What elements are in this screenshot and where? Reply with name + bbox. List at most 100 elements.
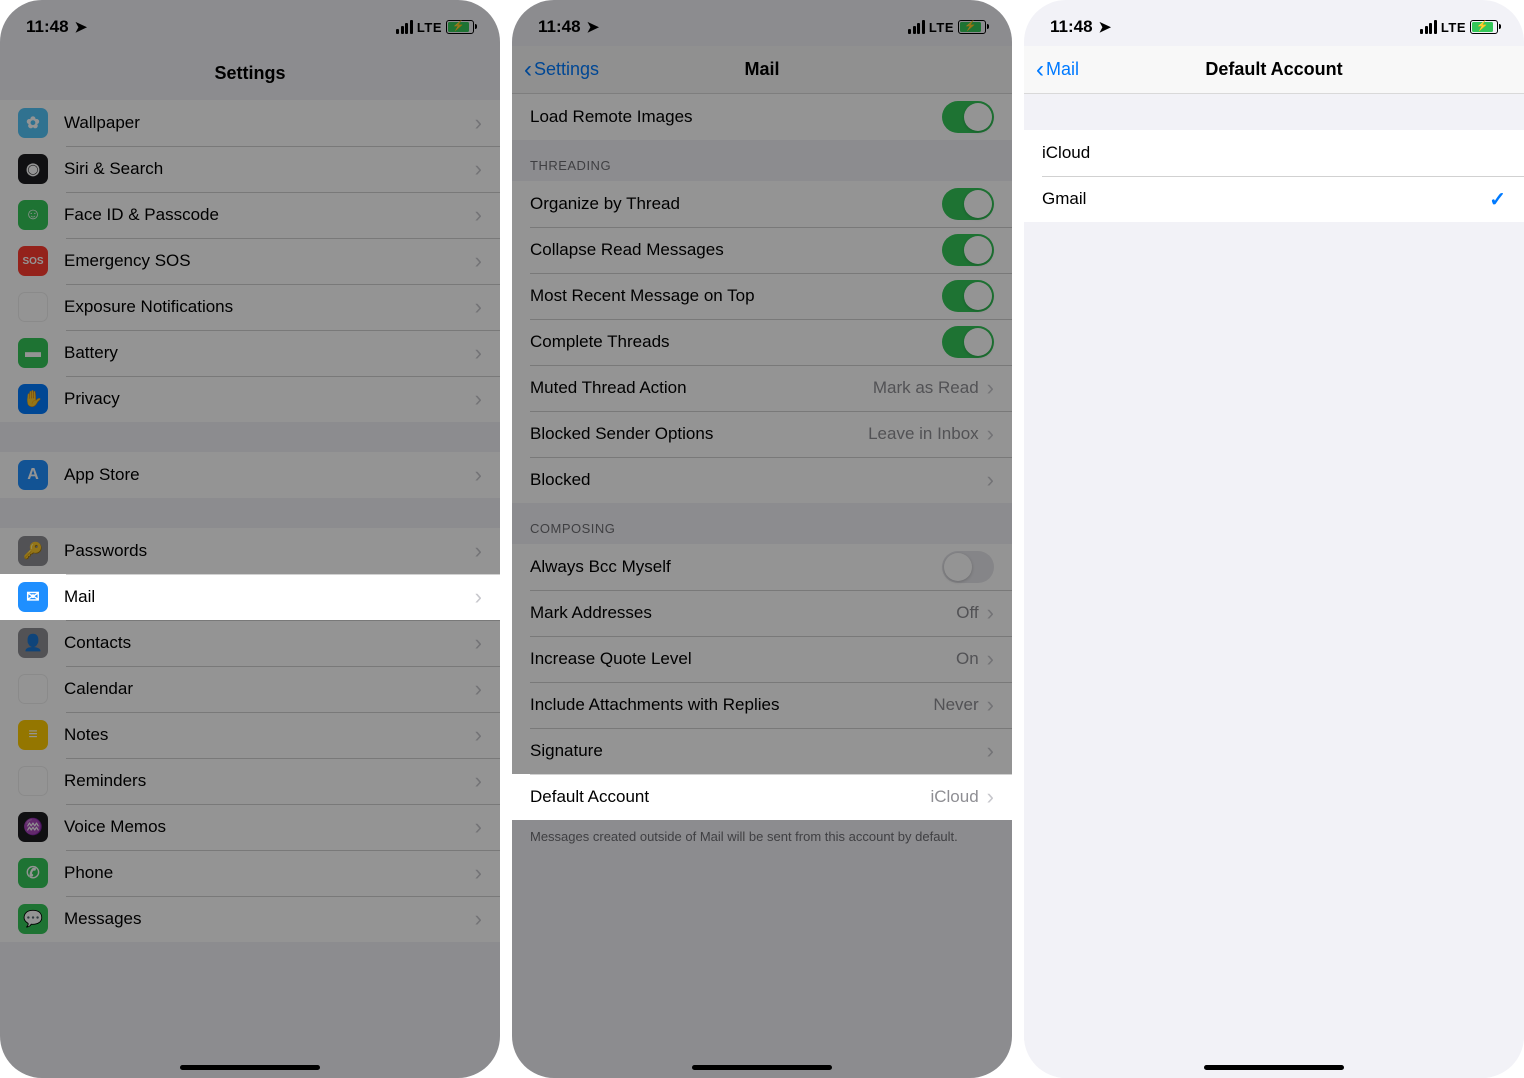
settings-row-messages[interactable]: 💬 Messages › [0,896,500,942]
row-organize-by-thread[interactable]: Organize by Thread [512,181,1012,227]
row-mark-addresses[interactable]: Mark AddressesOff› [512,590,1012,636]
phone-mail-settings: 11:48➤ LTE ⚡ ‹Settings Mail Load Remote … [512,0,1012,1078]
chevron-right-icon: › [475,722,482,748]
settings-row-reminders[interactable]: ⋮ Reminders › [0,758,500,804]
battery-icon: ⚡ [1470,20,1498,34]
settings-row-wallpaper[interactable]: ✿ Wallpaper › [0,100,500,146]
row-label: Messages [64,909,475,929]
settings-row-phone[interactable]: ✆ Phone › [0,850,500,896]
settings-row-faceid[interactable]: ☺ Face ID & Passcode › [0,192,500,238]
back-button[interactable]: ‹Mail [1036,58,1079,82]
passwords-icon: 🔑 [18,536,48,566]
battery-icon: ▬ [18,338,48,368]
status-time: 11:48 [538,17,581,37]
settings-row-appstore[interactable]: A App Store › [0,452,500,498]
row-label: App Store [64,465,475,485]
settings-row-battery[interactable]: ▬ Battery › [0,330,500,376]
toggle[interactable] [942,234,994,266]
toggle[interactable] [942,551,994,583]
row-label: Face ID & Passcode [64,205,475,225]
settings-row-siri[interactable]: ◉ Siri & Search › [0,146,500,192]
settings-row-sos[interactable]: SOS Emergency SOS › [0,238,500,284]
chevron-right-icon: › [987,784,994,810]
mail-settings-list[interactable]: Load Remote Images THREADING Organize by… [512,94,1012,1078]
home-indicator[interactable] [180,1065,320,1070]
chevron-right-icon: › [475,538,482,564]
home-indicator[interactable] [1204,1065,1344,1070]
row-label: Phone [64,863,475,883]
row-default-account[interactable]: Default AccountiCloud› [512,774,1012,820]
wallpaper-icon: ✿ [18,108,48,138]
chevron-right-icon: › [987,738,994,764]
row-increase-quote-level[interactable]: Increase Quote LevelOn› [512,636,1012,682]
row-signature[interactable]: Signature› [512,728,1012,774]
section-header-threading: THREADING [512,140,1012,181]
row-load-remote-images[interactable]: Load Remote Images [512,94,1012,140]
row-muted-thread-action[interactable]: Muted Thread ActionMark as Read› [512,365,1012,411]
location-arrow-icon: ➤ [1099,18,1112,36]
settings-row-voice[interactable]: ♒ Voice Memos › [0,804,500,850]
settings-row-exposure[interactable]: ☀ Exposure Notifications › [0,284,500,330]
back-label: Mail [1046,59,1079,80]
settings-row-passwords[interactable]: 🔑 Passwords › [0,528,500,574]
row-label: Calendar [64,679,475,699]
section-header-composing: COMPOSING [512,503,1012,544]
row-label: Load Remote Images [530,107,942,127]
row-label: Exposure Notifications [64,297,475,317]
signal-icon [1420,20,1437,34]
option-gmail[interactable]: Gmail✓ [1024,176,1524,222]
option-icloud[interactable]: iCloud [1024,130,1524,176]
row-blocked-sender-options[interactable]: Blocked Sender OptionsLeave in Inbox› [512,411,1012,457]
page-title: Mail [744,59,779,80]
row-label: Organize by Thread [530,194,942,214]
row-label: Complete Threads [530,332,942,352]
chevron-right-icon: › [987,600,994,626]
toggle[interactable] [942,280,994,312]
toggle[interactable] [942,326,994,358]
home-indicator[interactable] [692,1065,832,1070]
settings-list[interactable]: ✿ Wallpaper ›◉ Siri & Search ›☺ Face ID … [0,100,500,1078]
settings-row-notes[interactable]: ≡ Notes › [0,712,500,758]
chevron-right-icon: › [987,467,994,493]
chevron-right-icon: › [475,584,482,610]
chevron-right-icon: › [475,906,482,932]
settings-row-mail[interactable]: ✉ Mail › [0,574,500,620]
option-label: Gmail [1042,189,1489,209]
carrier-label: LTE [1441,20,1466,35]
row-label: Reminders [64,771,475,791]
row-label: Always Bcc Myself [530,557,942,577]
row-label: Emergency SOS [64,251,475,271]
chevron-left-icon: ‹ [524,58,532,82]
row-include-attachments-with-replies[interactable]: Include Attachments with RepliesNever› [512,682,1012,728]
chevron-right-icon: › [475,248,482,274]
status-bar: 11:48 ➤ LTE ⚡ [1024,0,1524,46]
chevron-right-icon: › [475,110,482,136]
status-time: 11:48 [26,17,69,37]
signal-icon [396,20,413,34]
settings-row-privacy[interactable]: ✋ Privacy › [0,376,500,422]
status-time: 11:48 [1050,17,1093,37]
settings-row-calendar[interactable]: ▦ Calendar › [0,666,500,712]
row-complete-threads[interactable]: Complete Threads [512,319,1012,365]
status-bar: 11:48➤ LTE ⚡ [0,0,500,46]
chevron-right-icon: › [475,156,482,182]
toggle[interactable] [942,188,994,220]
messages-icon: 💬 [18,904,48,934]
row-always-bcc-myself[interactable]: Always Bcc Myself [512,544,1012,590]
row-label: Contacts [64,633,475,653]
row-label: Privacy [64,389,475,409]
row-value: iCloud [930,787,978,807]
signal-icon [908,20,925,34]
row-label: Passwords [64,541,475,561]
row-label: Signature [530,741,987,761]
row-most-recent-message-on-top[interactable]: Most Recent Message on Top [512,273,1012,319]
toggle-load-remote[interactable] [942,101,994,133]
settings-row-contacts[interactable]: 👤 Contacts › [0,620,500,666]
back-button[interactable]: ‹Settings [524,58,599,82]
row-blocked[interactable]: Blocked› [512,457,1012,503]
row-label: Include Attachments with Replies [530,695,933,715]
row-collapse-read-messages[interactable]: Collapse Read Messages [512,227,1012,273]
account-list[interactable]: iCloudGmail✓ [1024,94,1524,1078]
voice-icon: ♒ [18,812,48,842]
row-label: Mail [64,587,475,607]
